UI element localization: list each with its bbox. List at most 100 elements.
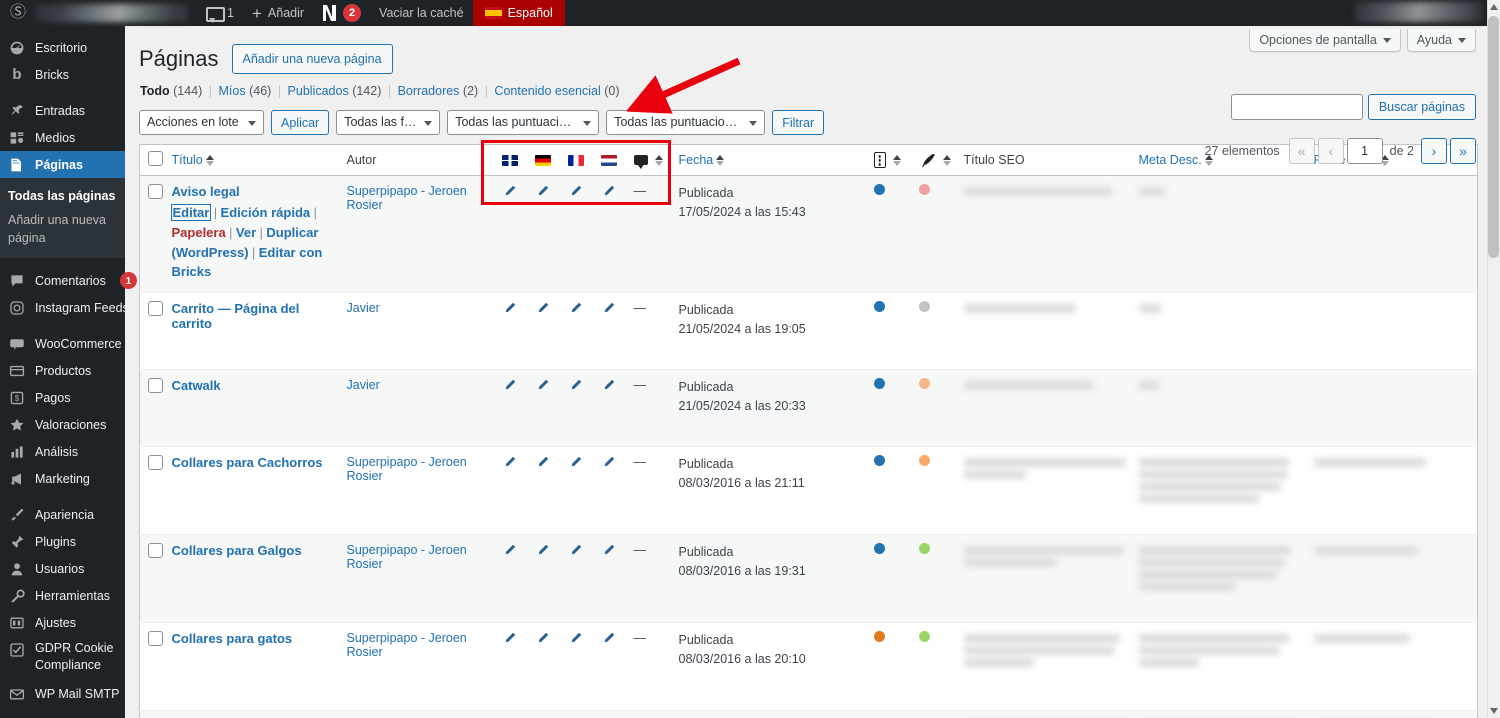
row-translate-fr[interactable] (562, 711, 595, 718)
apply-button[interactable]: Aplicar (271, 110, 329, 135)
view-borradores[interactable]: Borradores (398, 84, 460, 98)
row-title-link[interactable]: Collares para Cachorros (172, 455, 323, 470)
row-author-link[interactable]: Javier (347, 301, 380, 315)
row-translate-gb[interactable] (496, 370, 529, 447)
row-checkbox[interactable] (148, 455, 163, 470)
view-publicados[interactable]: Publicados (288, 84, 349, 98)
admin-bar-comments[interactable]: 1 (197, 0, 243, 26)
sidebar-item-wp-mail-smtp[interactable]: WP Mail SMTP (0, 680, 125, 707)
row-translate-gb[interactable] (496, 623, 529, 711)
row-translate-de[interactable] (529, 623, 562, 711)
row-translate-fr[interactable] (562, 176, 595, 293)
sidebar-item-bricks[interactable]: b Bricks (0, 61, 125, 88)
sidebar-item-medios[interactable]: Medios (0, 124, 125, 151)
row-action-view[interactable]: Ver (236, 225, 256, 240)
row-translate-fr[interactable] (562, 293, 595, 370)
row-author-link[interactable]: Superpipapo - Jeroen Rosier (347, 631, 467, 659)
scroll-up-arrow-icon[interactable] (1490, 4, 1498, 10)
admin-bar-new-content[interactable]: + Añadir (243, 0, 313, 26)
submenu-anadir-nueva-pagina[interactable]: Añadir una nueva página (0, 208, 125, 250)
row-checkbox[interactable] (148, 301, 163, 316)
row-checkbox[interactable] (148, 543, 163, 558)
row-checkbox[interactable] (148, 184, 163, 199)
row-translate-fr[interactable] (562, 535, 595, 623)
filter-button[interactable]: Filtrar (772, 110, 824, 135)
vertical-scrollbar[interactable] (1487, 0, 1500, 718)
row-translate-gb[interactable] (496, 176, 529, 293)
sidebar-item-entradas[interactable]: Entradas (0, 97, 125, 124)
row-translate-de[interactable] (529, 447, 562, 535)
vertical-scrollbar-thumb[interactable] (1488, 16, 1499, 258)
sidebar-item-marketing[interactable]: Marketing (0, 465, 125, 492)
row-title-link[interactable]: Catwalk (172, 378, 221, 393)
row-checkbox[interactable] (148, 378, 163, 393)
current-page-input[interactable]: 1 (1347, 138, 1383, 164)
row-translate-de[interactable] (529, 370, 562, 447)
column-date[interactable]: Fecha (673, 145, 868, 176)
last-page-button[interactable]: » (1450, 138, 1476, 164)
row-translate-nl[interactable] (595, 711, 628, 718)
row-translate-de[interactable] (529, 535, 562, 623)
sidebar-item-ajustes[interactable]: Ajustes (0, 609, 125, 636)
row-author-link[interactable]: Superpipapo - Jeroen Rosier (347, 455, 467, 483)
row-translate-nl[interactable] (595, 293, 628, 370)
sidebar-item-pagos[interactable]: $ Pagos (0, 384, 125, 411)
row-translate-fr[interactable] (562, 370, 595, 447)
row-author-link[interactable]: Superpipapo - Jeroen Rosier (347, 184, 467, 212)
admin-bar-clear-cache[interactable]: Vaciar la caché (370, 0, 473, 26)
seo-scores-filter-select[interactable]: Todas las puntuaciones SEO (447, 110, 599, 135)
row-action-edit[interactable]: Editar (172, 205, 211, 220)
row-translate-nl[interactable] (595, 623, 628, 711)
row-action-quick-edit[interactable]: Edición rápida (221, 205, 311, 220)
readability-scores-filter-select[interactable]: Todas las puntuaciones de (606, 110, 765, 135)
bulk-actions-select[interactable]: Acciones en lote (139, 110, 264, 135)
wordpress-logo-icon[interactable]: Ⓢ (0, 5, 35, 21)
dates-filter-select[interactable]: Todas las fechas (336, 110, 440, 135)
row-translate-nl[interactable] (595, 176, 628, 293)
admin-bar-language-switcher[interactable]: Español (473, 0, 565, 26)
sidebar-item-valoraciones[interactable]: Valoraciones (0, 411, 125, 438)
column-lang-nl[interactable] (595, 145, 628, 176)
sidebar-item-escritorio[interactable]: Escritorio (0, 34, 125, 61)
next-page-button[interactable]: › (1421, 138, 1447, 164)
sidebar-item-gdpr-cookie-compliance[interactable]: GDPR Cookie Compliance (0, 636, 125, 674)
row-action-trash[interactable]: Papelera (172, 225, 226, 240)
column-lang-de[interactable] (529, 145, 562, 176)
row-translate-nl[interactable] (595, 447, 628, 535)
screen-options-button[interactable]: Opciones de pantalla (1249, 29, 1400, 52)
help-button[interactable]: Ayuda (1407, 29, 1476, 52)
column-seo-score[interactable] (913, 145, 958, 176)
add-new-page-button[interactable]: Añadir una nueva página (232, 44, 393, 74)
row-translate-de[interactable] (529, 176, 562, 293)
row-checkbox[interactable] (148, 631, 163, 646)
column-title[interactable]: Título (166, 145, 341, 176)
row-translate-nl[interactable] (595, 535, 628, 623)
sidebar-item-usuarios[interactable]: Usuarios (0, 555, 125, 582)
view-mios[interactable]: Míos (219, 84, 246, 98)
sidebar-item-plugins[interactable]: Plugins (0, 528, 125, 555)
submenu-todas-las-paginas[interactable]: Todas las páginas (0, 184, 125, 208)
sidebar-item-paginas[interactable]: Páginas (0, 151, 125, 178)
column-readability[interactable] (868, 145, 913, 176)
sidebar-item-productos[interactable]: Productos (0, 357, 125, 384)
search-pages-button[interactable]: Buscar páginas (1368, 94, 1476, 120)
scroll-down-arrow-icon[interactable] (1490, 708, 1498, 714)
view-contenido-esencial[interactable]: Contenido esencial (494, 84, 600, 98)
sidebar-item-herramientas[interactable]: Herramientas (0, 582, 125, 609)
row-title-link[interactable]: Aviso legal (172, 184, 240, 199)
column-lang-fr[interactable] (562, 145, 595, 176)
site-name-redacted[interactable] (35, 4, 187, 22)
sidebar-item-instagram-feeds[interactable]: Instagram Feeds (0, 294, 125, 321)
row-author-link[interactable]: Superpipapo - Jeroen Rosier (347, 543, 467, 571)
select-all-checkbox[interactable] (148, 151, 163, 166)
sidebar-item-comentarios[interactable]: Comentarios 1 (0, 267, 125, 294)
row-translate-gb[interactable] (496, 711, 529, 718)
row-translate-fr[interactable] (562, 447, 595, 535)
row-translate-de[interactable] (529, 711, 562, 718)
row-translate-fr[interactable] (562, 623, 595, 711)
row-translate-gb[interactable] (496, 447, 529, 535)
row-translate-gb[interactable] (496, 293, 529, 370)
row-translate-gb[interactable] (496, 535, 529, 623)
view-todo[interactable]: Todo (140, 84, 170, 98)
column-lang-gb[interactable] (496, 145, 529, 176)
